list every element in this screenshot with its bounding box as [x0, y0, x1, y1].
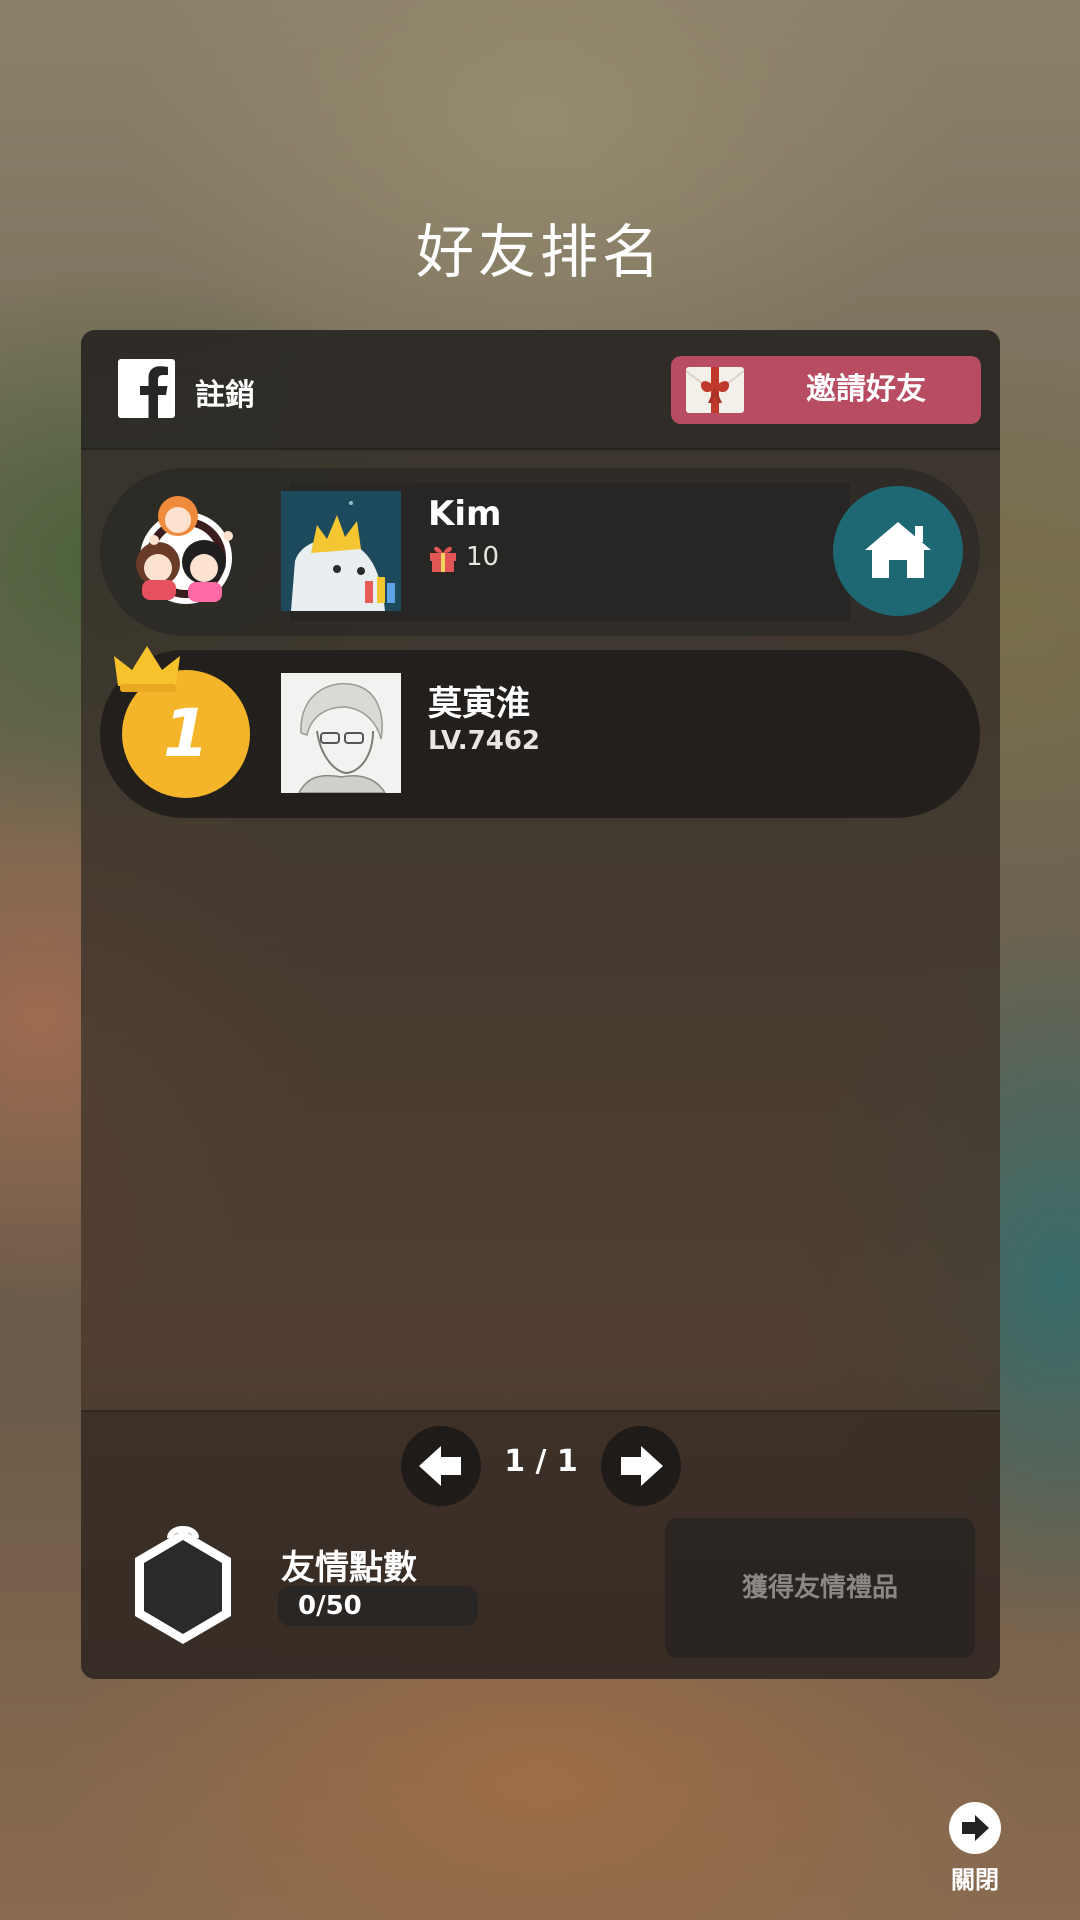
gift-count: 10	[466, 542, 500, 572]
friendship-points-value: 0/50	[298, 1591, 362, 1621]
page-indicator: 1 / 1	[504, 1444, 578, 1479]
close-arrow-icon	[949, 1802, 1001, 1854]
claim-friendship-gift-button[interactable]: 獲得友情禮品	[665, 1518, 975, 1658]
invite-friends-button[interactable]: 邀請好友	[671, 356, 981, 424]
friend-name: 莫寅淮	[428, 684, 530, 724]
prev-page-button[interactable]	[401, 1426, 481, 1506]
facebook-icon[interactable]	[118, 359, 175, 418]
ranking-panel: 註銷 邀請好友 Kim 10 1 莫寅淮 LV.7462 1 / 1 友情點數 …	[81, 330, 1000, 1679]
ranking-row[interactable]: 1 莫寅淮 LV.7462	[100, 646, 980, 818]
arrow-right-icon	[621, 1446, 663, 1486]
panel-header: 註銷 邀請好友	[81, 330, 1000, 450]
panel-footer: 1 / 1 友情點數 0/50 獲得友情禮品	[81, 1410, 1000, 1679]
friend-level: LV.7462	[428, 726, 540, 756]
friendship-gift-icon	[118, 1522, 248, 1652]
invite-friends-label: 邀請好友	[806, 372, 926, 407]
next-page-button[interactable]	[601, 1426, 681, 1506]
gift-icon	[428, 544, 458, 572]
home-icon	[865, 522, 931, 578]
page-title: 好友排名	[415, 218, 664, 286]
envelope-icon	[685, 367, 745, 413]
friends-group-icon	[122, 488, 250, 616]
friendship-points-label: 友情點數	[281, 1548, 417, 1588]
close-label: 關閉	[951, 1866, 999, 1894]
claim-friendship-gift-label: 獲得友情禮品	[741, 1573, 898, 1603]
home-button[interactable]	[833, 486, 963, 616]
my-name: Kim	[428, 494, 502, 534]
close-button[interactable]: 關閉	[940, 1802, 1010, 1902]
my-ranking-row: Kim 10	[100, 468, 980, 636]
friendship-points-bar: 0/50	[278, 1586, 478, 1626]
logout-button[interactable]: 註銷	[195, 370, 255, 414]
friend-avatar	[281, 673, 401, 793]
crown-icon	[112, 642, 182, 698]
arrow-left-icon	[419, 1446, 461, 1486]
my-avatar	[281, 491, 401, 611]
